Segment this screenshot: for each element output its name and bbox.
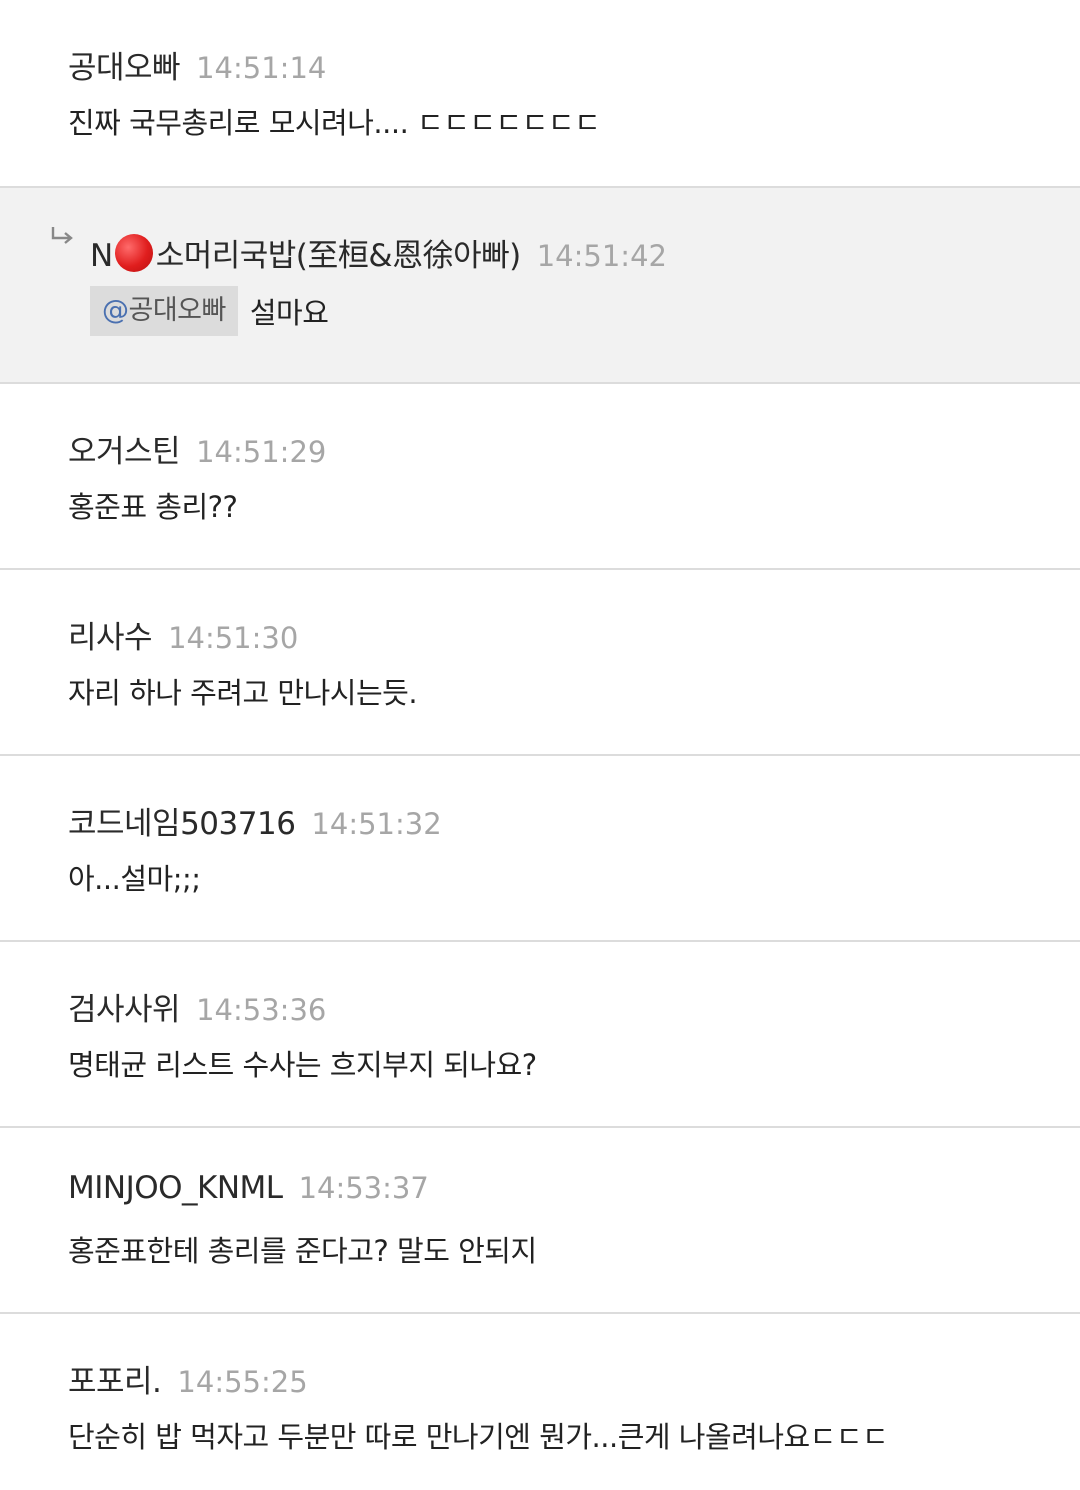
reply-comment-item[interactable]: N 소머리국밥(至桓&恩徐아빠) 14:51:42 @공대오빠 설마요 bbox=[0, 188, 1080, 384]
comment-item[interactable]: 코드네임503716 14:51:32 아...설마;;; bbox=[0, 756, 1080, 942]
comment-author[interactable]: 코드네임503716 bbox=[68, 798, 296, 843]
comment-text: 홍준표 총리?? bbox=[68, 490, 238, 524]
mention-at: @ bbox=[102, 295, 129, 326]
author-name: 소머리국밥(至桓&恩徐아빠) bbox=[155, 238, 522, 274]
comment-item[interactable]: 포포리. 14:55:25 단순히 밥 먹자고 두분만 따로 만나기엔 뭔가..… bbox=[0, 1314, 1080, 1490]
comment-item[interactable]: 공대오빠 14:51:14 진짜 국무총리로 모시려나.... ㄷㄷㄷㄷㄷㄷㄷ bbox=[0, 0, 1080, 188]
comment-text: 단순히 밥 먹자고 두분만 따로 만나기엔 뭔가...큰게 나올려나요ㄷㄷㄷ bbox=[68, 1420, 889, 1454]
comment-timestamp: 14:53:36 bbox=[196, 993, 327, 1027]
comment-item[interactable]: 오거스틴 14:51:29 홍준표 총리?? bbox=[0, 384, 1080, 570]
comment-meta: N 소머리국밥(至桓&恩徐아빠) 14:51:42 bbox=[90, 228, 1080, 274]
comment-author[interactable]: 포포리. bbox=[68, 1356, 162, 1401]
comment-author[interactable]: 오거스틴 bbox=[68, 426, 181, 471]
comment-text: 진짜 국무총리로 모시려나.... ㄷㄷㄷㄷㄷㄷㄷ bbox=[68, 106, 601, 140]
comment-meta: 공대오빠 14:51:14 bbox=[68, 42, 1080, 86]
comment-timestamp: 14:53:37 bbox=[298, 1171, 429, 1205]
comment-author[interactable]: 검사사위 bbox=[68, 984, 181, 1029]
comment-timestamp: 14:51:30 bbox=[168, 621, 299, 655]
red-circle-icon bbox=[114, 234, 153, 272]
comment-timestamp: 14:51:42 bbox=[536, 239, 667, 273]
comment-author[interactable]: N 소머리국밥(至桓&恩徐아빠) bbox=[90, 228, 521, 275]
comment-list: 공대오빠 14:51:14 진짜 국무총리로 모시려나.... ㄷㄷㄷㄷㄷㄷㄷ … bbox=[0, 0, 1080, 1490]
comment-meta: 오거스틴 14:51:29 bbox=[68, 426, 1080, 470]
comment-body: @공대오빠 설마요 bbox=[90, 286, 1080, 336]
comment-text: 설마요 bbox=[249, 296, 329, 330]
comment-meta: MINJOO_KNML 14:53:37 bbox=[68, 1170, 1080, 1206]
mention-name: 공대오빠 bbox=[128, 295, 227, 326]
comment-meta: 검사사위 14:53:36 bbox=[68, 984, 1080, 1028]
reply-arrow-icon bbox=[50, 226, 74, 248]
comment-timestamp: 14:51:14 bbox=[196, 51, 327, 85]
comment-author[interactable]: 리사수 bbox=[68, 612, 153, 657]
comment-timestamp: 14:55:25 bbox=[177, 1365, 308, 1399]
comment-meta: 포포리. 14:55:25 bbox=[68, 1356, 1080, 1400]
comment-meta: 코드네임503716 14:51:32 bbox=[68, 798, 1080, 842]
comment-timestamp: 14:51:29 bbox=[196, 435, 327, 469]
comment-timestamp: 14:51:32 bbox=[311, 807, 442, 841]
author-prefix: N bbox=[90, 238, 113, 274]
comment-author[interactable]: 공대오빠 bbox=[68, 42, 181, 87]
comment-item[interactable]: 검사사위 14:53:36 명태균 리스트 수사는 흐지부지 되나요? bbox=[0, 942, 1080, 1128]
comment-text: 홍준표한테 총리를 준다고? 말도 안되지 bbox=[68, 1234, 537, 1268]
comment-item[interactable]: 리사수 14:51:30 자리 하나 주려고 만나시는듯. bbox=[0, 570, 1080, 756]
comment-text: 아...설마;;; bbox=[68, 862, 201, 896]
comment-author[interactable]: MINJOO_KNML bbox=[68, 1170, 283, 1206]
comment-text: 자리 하나 주려고 만나시는듯. bbox=[68, 676, 418, 710]
mention-chip[interactable]: @공대오빠 bbox=[90, 286, 238, 336]
comment-text: 명태균 리스트 수사는 흐지부지 되나요? bbox=[68, 1048, 537, 1082]
comment-item[interactable]: MINJOO_KNML 14:53:37 홍준표한테 총리를 준다고? 말도 안… bbox=[0, 1128, 1080, 1314]
comment-meta: 리사수 14:51:30 bbox=[68, 612, 1080, 656]
